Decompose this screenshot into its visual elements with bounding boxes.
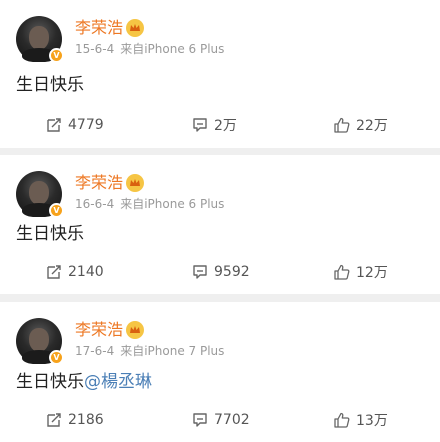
comment-count: 2万 bbox=[214, 118, 237, 134]
post-date: 17-6-4 bbox=[75, 344, 115, 358]
username[interactable]: 李荣浩 bbox=[75, 320, 123, 340]
vip-crown-icon[interactable] bbox=[126, 174, 144, 192]
verified-badge-icon: V bbox=[49, 48, 64, 63]
comment-icon bbox=[193, 413, 207, 427]
post-meta: 16-6-4 来自iPhone 6 Plus bbox=[75, 196, 224, 212]
post-text-body: 生日快乐 bbox=[16, 224, 84, 244]
mention-link[interactable]: @楊丞琳 bbox=[84, 372, 152, 392]
post-meta: 15-6-4 来自iPhone 6 Plus bbox=[75, 41, 224, 57]
action-bar: 2186 7702 13万 bbox=[0, 408, 440, 432]
repost-button[interactable]: 4779 bbox=[46, 113, 104, 137]
post-source: 来自iPhone 6 Plus bbox=[120, 197, 225, 211]
avatar[interactable]: V bbox=[16, 318, 64, 365]
vip-crown-icon[interactable] bbox=[126, 321, 144, 339]
like-count: 22万 bbox=[356, 118, 388, 134]
post-text[interactable]: 生日快乐 bbox=[16, 74, 84, 96]
post-meta: 17-6-4 来自iPhone 7 Plus bbox=[75, 343, 224, 359]
avatar-face bbox=[29, 26, 49, 50]
comment-icon bbox=[193, 118, 207, 132]
post-date: 15-6-4 bbox=[75, 42, 115, 56]
post-card[interactable]: V 李荣浩 17-6-4 来自iPhone 7 Plus 生日快乐@楊丞琳 218… bbox=[0, 302, 440, 442]
like-count: 13万 bbox=[356, 413, 388, 429]
repost-count: 2186 bbox=[68, 412, 104, 428]
username[interactable]: 李荣浩 bbox=[75, 173, 123, 193]
repost-button[interactable]: 2140 bbox=[46, 260, 104, 284]
post-source: 来自iPhone 7 Plus bbox=[120, 344, 225, 358]
avatar[interactable]: V bbox=[16, 171, 64, 218]
comment-icon bbox=[193, 265, 207, 279]
repost-count: 4779 bbox=[68, 117, 104, 133]
post-text-body: 生日快乐 bbox=[16, 75, 84, 95]
avatar[interactable]: V bbox=[16, 16, 64, 63]
post-text[interactable]: 生日快乐 bbox=[16, 223, 84, 245]
comment-count: 9592 bbox=[214, 264, 250, 280]
repost-icon bbox=[47, 413, 61, 427]
username[interactable]: 李荣浩 bbox=[75, 18, 123, 38]
repost-button[interactable]: 2186 bbox=[46, 408, 104, 432]
vip-crown-icon[interactable] bbox=[126, 19, 144, 37]
avatar-face bbox=[29, 328, 49, 352]
thumbs-up-icon bbox=[334, 412, 350, 428]
post-text[interactable]: 生日快乐@楊丞琳 bbox=[16, 371, 152, 393]
like-button[interactable]: 12万 bbox=[333, 260, 388, 284]
comment-button[interactable]: 2万 bbox=[192, 113, 237, 137]
thumbs-up-icon bbox=[334, 264, 350, 280]
post-card[interactable]: V 李荣浩 16-6-4 来自iPhone 6 Plus 生日快乐 2140 95… bbox=[0, 155, 440, 294]
like-button[interactable]: 13万 bbox=[333, 408, 388, 432]
repost-icon bbox=[47, 265, 61, 279]
action-bar: 4779 2万 22万 bbox=[0, 113, 440, 137]
comment-button[interactable]: 9592 bbox=[192, 260, 250, 284]
verified-badge-icon: V bbox=[49, 350, 64, 365]
post-date: 16-6-4 bbox=[75, 197, 115, 211]
thumbs-up-icon bbox=[334, 117, 350, 133]
avatar-face bbox=[29, 181, 49, 205]
comment-count: 7702 bbox=[214, 412, 250, 428]
repost-icon bbox=[47, 118, 61, 132]
weibo-feed: V 李荣浩 15-6-4 来自iPhone 6 Plus 生日快乐 4779 2万… bbox=[0, 0, 440, 442]
post-text-body: 生日快乐 bbox=[16, 372, 84, 392]
post-card[interactable]: V 李荣浩 15-6-4 来自iPhone 6 Plus 生日快乐 4779 2万… bbox=[0, 0, 440, 148]
post-source: 来自iPhone 6 Plus bbox=[120, 42, 225, 56]
like-count: 12万 bbox=[356, 265, 388, 281]
repost-count: 2140 bbox=[68, 264, 104, 280]
like-button[interactable]: 22万 bbox=[333, 113, 388, 137]
verified-badge-icon: V bbox=[49, 203, 64, 218]
comment-button[interactable]: 7702 bbox=[192, 408, 250, 432]
action-bar: 2140 9592 12万 bbox=[0, 260, 440, 284]
